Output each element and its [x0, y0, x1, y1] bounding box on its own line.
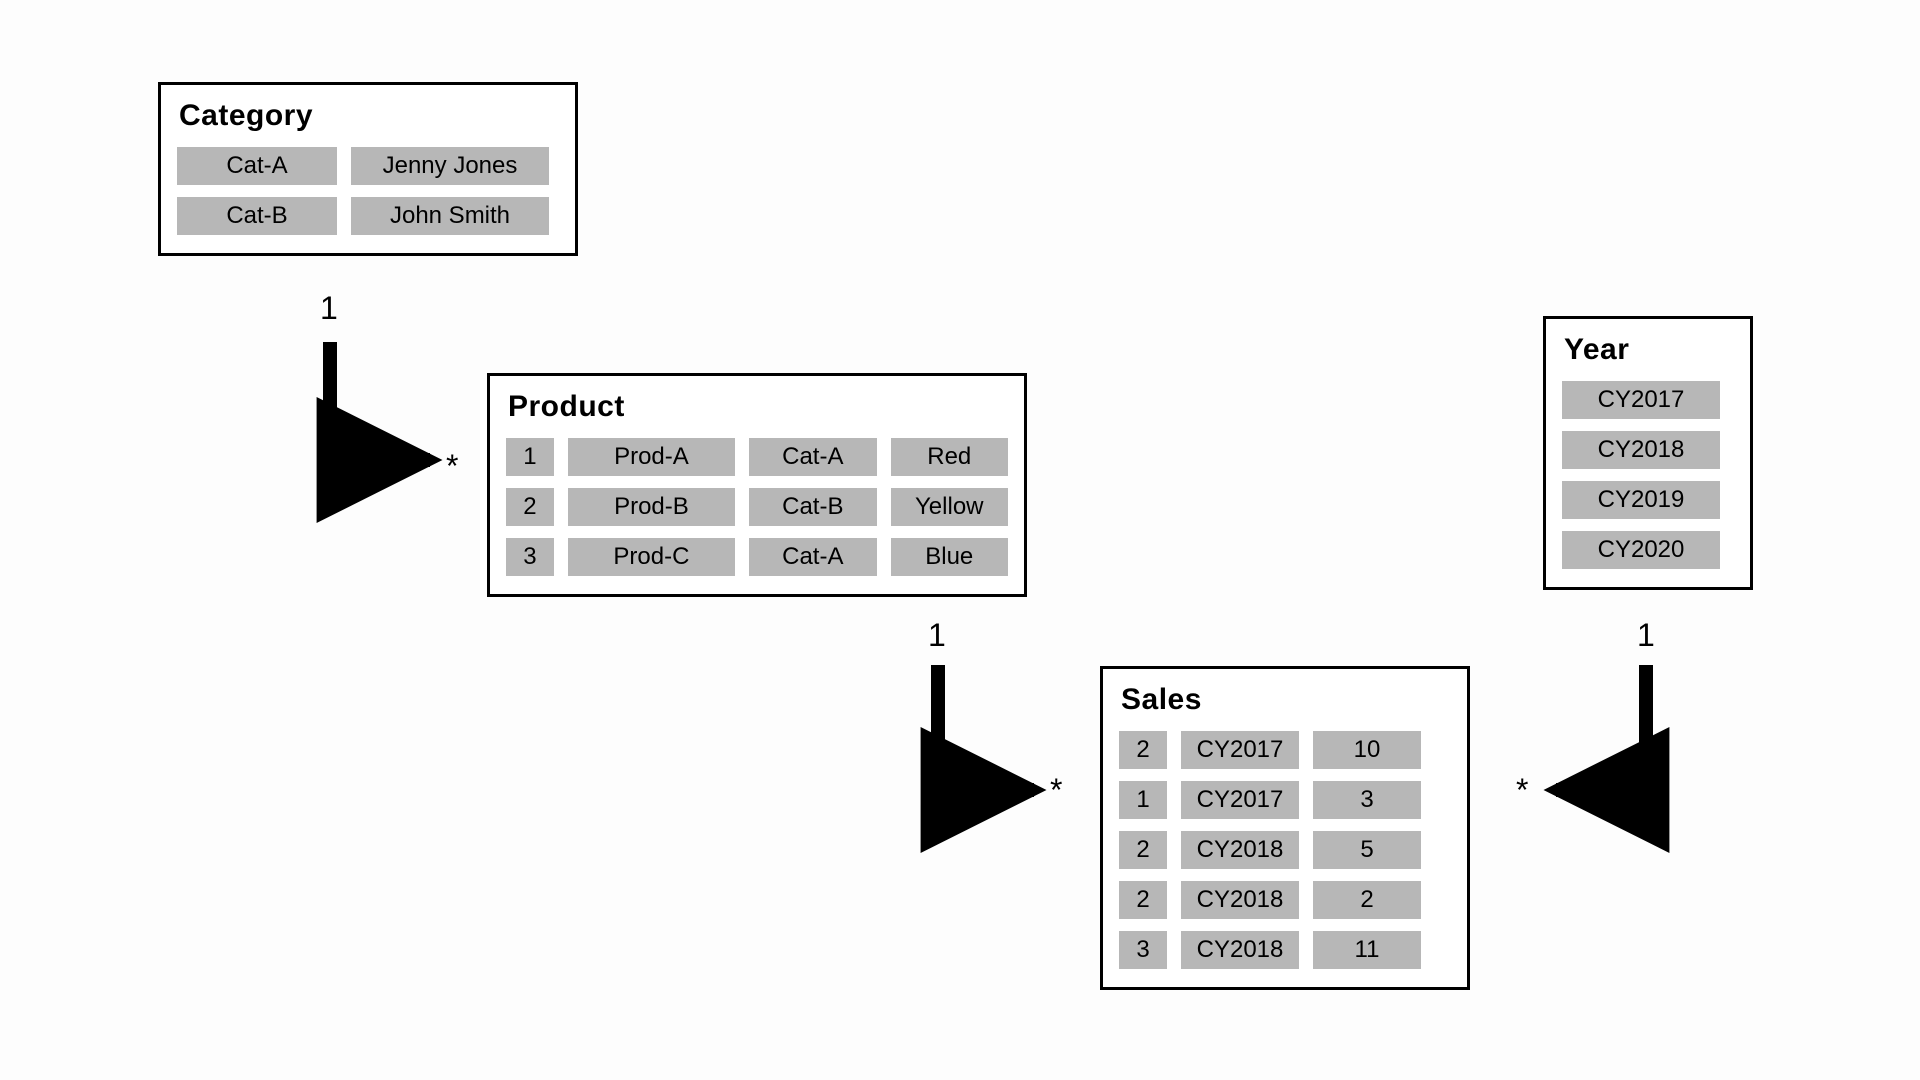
table-row: 2 CY2017 10 — [1119, 731, 1451, 769]
cardinality-many-sales-left: * — [1050, 772, 1062, 809]
cardinality-one-product: 1 — [928, 617, 946, 654]
cell: 2 — [1119, 881, 1167, 919]
cell: 3 — [506, 538, 554, 576]
table-row: CY2019 — [1562, 481, 1734, 519]
cell: Cat-B — [177, 197, 337, 235]
cell: 11 — [1313, 931, 1421, 969]
cell: Cat-B — [749, 488, 876, 526]
cardinality-one-year: 1 — [1637, 617, 1655, 654]
cell: CY2018 — [1181, 931, 1299, 969]
cell: Jenny Jones — [351, 147, 549, 185]
cardinality-many-sales-right: * — [1516, 772, 1528, 809]
table-row: 3 Prod-C Cat-A Blue — [506, 538, 1008, 576]
cell: CY2019 — [1562, 481, 1720, 519]
entity-title-category: Category — [179, 99, 557, 133]
table-row: 2 CY2018 2 — [1119, 881, 1451, 919]
entity-sales: Sales 2 CY2017 10 1 CY2017 3 2 CY2018 5 … — [1100, 666, 1470, 990]
cell: Red — [891, 438, 1008, 476]
cell: Prod-C — [568, 538, 735, 576]
cell: CY2017 — [1181, 781, 1299, 819]
cell: Yellow — [891, 488, 1008, 526]
cell: 3 — [1119, 931, 1167, 969]
table-row: 3 CY2018 11 — [1119, 931, 1451, 969]
cell: 3 — [1313, 781, 1421, 819]
cell: 10 — [1313, 731, 1421, 769]
cell: Prod-A — [568, 438, 735, 476]
entity-product: Product 1 Prod-A Cat-A Red 2 Prod-B Cat-… — [487, 373, 1027, 597]
arrow-category-product-icon — [330, 342, 430, 460]
table-row: 1 CY2017 3 — [1119, 781, 1451, 819]
cell: 2 — [506, 488, 554, 526]
cell: CY2020 — [1562, 531, 1720, 569]
table-row: CY2020 — [1562, 531, 1734, 569]
table-row: 2 CY2018 5 — [1119, 831, 1451, 869]
cardinality-one-category: 1 — [320, 290, 338, 327]
cell: 2 — [1119, 731, 1167, 769]
cell: CY2018 — [1181, 831, 1299, 869]
arrow-year-sales-icon — [1556, 665, 1646, 790]
entity-title-year: Year — [1564, 333, 1732, 367]
table-row: CY2018 — [1562, 431, 1734, 469]
cell: Cat-A — [177, 147, 337, 185]
table-row: CY2017 — [1562, 381, 1734, 419]
cell: CY2017 — [1181, 731, 1299, 769]
table-row: 1 Prod-A Cat-A Red — [506, 438, 1008, 476]
cardinality-many-product: * — [446, 448, 458, 485]
arrow-product-sales-icon — [938, 665, 1034, 790]
entity-title-product: Product — [508, 390, 1006, 424]
cell: CY2018 — [1562, 431, 1720, 469]
cell: John Smith — [351, 197, 549, 235]
table-row: Cat-A Jenny Jones — [177, 147, 559, 185]
cell: 2 — [1119, 831, 1167, 869]
table-row: Cat-B John Smith — [177, 197, 559, 235]
cell: 1 — [1119, 781, 1167, 819]
cell: Blue — [891, 538, 1008, 576]
table-row: 2 Prod-B Cat-B Yellow — [506, 488, 1008, 526]
cell: CY2017 — [1562, 381, 1720, 419]
cell: Cat-A — [749, 438, 876, 476]
cell: Prod-B — [568, 488, 735, 526]
cell: Cat-A — [749, 538, 876, 576]
entity-year: Year CY2017 CY2018 CY2019 CY2020 — [1543, 316, 1753, 590]
cell: 1 — [506, 438, 554, 476]
cell: CY2018 — [1181, 881, 1299, 919]
entity-title-sales: Sales — [1121, 683, 1449, 717]
cell: 5 — [1313, 831, 1421, 869]
cell: 2 — [1313, 881, 1421, 919]
entity-category: Category Cat-A Jenny Jones Cat-B John Sm… — [158, 82, 578, 256]
